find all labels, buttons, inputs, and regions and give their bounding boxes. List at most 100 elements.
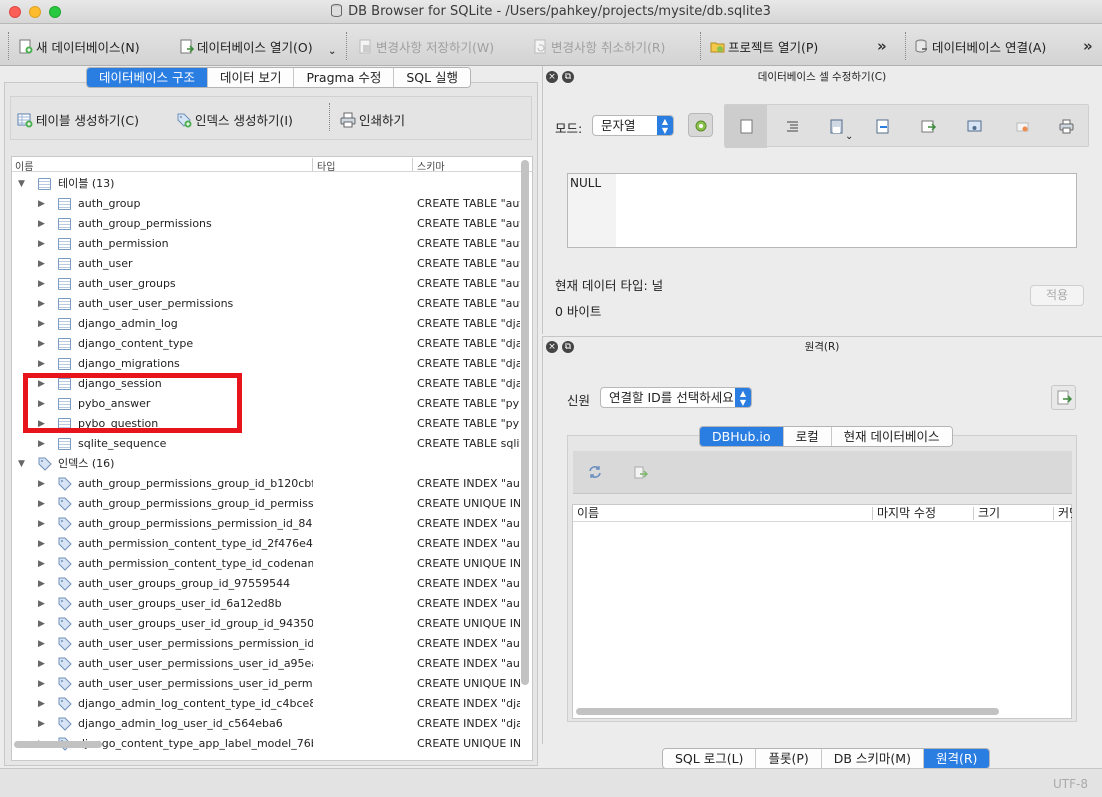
indent-icon[interactable] <box>785 119 800 134</box>
column-header-name[interactable]: 이름 <box>577 505 599 522</box>
write-changes-button[interactable]: 변경사항 저장하기(W) <box>358 37 494 55</box>
expand-arrow-icon[interactable]: ▶ <box>38 474 45 494</box>
revert-changes-button[interactable]: 변경사항 취소하기(R) <box>533 37 665 55</box>
expand-arrow-icon[interactable]: ▶ <box>38 434 45 454</box>
tree-item-row[interactable]: ▶ auth_group CREATE TABLE "auth_group" <box>12 194 522 214</box>
toolbar-overflow-icon-2[interactable]: » <box>1083 37 1093 55</box>
tab-execute-sql[interactable]: SQL 실행 <box>394 68 471 87</box>
schema-tree[interactable]: 이름 타입 스키마 ▼ 테이블 (13) ▶ auth_group CREATE TAB… <box>11 156 533 761</box>
expand-arrow-icon[interactable]: ▶ <box>38 494 45 514</box>
tree-item-row[interactable]: ▶ auth_group_permissions_group_id_permiss… <box>12 494 522 514</box>
tree-item-row[interactable]: ▶ auth_user_groups_group_id_97559544 CREAT… <box>12 574 522 594</box>
tree-item-row[interactable]: ▶ auth_group_permissions_group_id_b120cbf… <box>12 474 522 494</box>
expand-arrow-icon[interactable]: ▶ <box>38 294 45 314</box>
expand-arrow-icon[interactable]: ▶ <box>38 194 45 214</box>
tree-vertical-scrollbar[interactable] <box>521 160 529 685</box>
tree-horizontal-scrollbar[interactable] <box>14 741 102 748</box>
expand-arrow-icon[interactable]: ▶ <box>38 214 45 234</box>
tab-db-schema[interactable]: DB 스키마(M) <box>821 749 924 768</box>
expand-arrow-icon[interactable]: ▶ <box>38 634 45 654</box>
column-header-type[interactable]: 타입 <box>317 158 335 173</box>
expand-arrow-icon[interactable]: ▶ <box>38 614 45 634</box>
expand-arrow-icon[interactable]: ▶ <box>38 714 45 734</box>
print-cell-icon[interactable] <box>1059 119 1074 134</box>
open-external-icon[interactable] <box>967 119 982 134</box>
expand-arrow-icon[interactable]: ▶ <box>38 594 45 614</box>
expand-arrow-icon[interactable]: ▶ <box>38 574 45 594</box>
expand-arrow-icon[interactable]: ▶ <box>38 694 45 714</box>
tree-item-row[interactable]: ▶ auth_user_user_permissions_user_id_perm… <box>12 674 522 694</box>
column-header-last-modified[interactable]: 마지막 수정 <box>877 505 936 522</box>
tab-plot[interactable]: 플롯(P) <box>756 749 822 768</box>
tree-category-row[interactable]: ▼ 테이블 (13) <box>12 174 522 194</box>
dock-close-icon[interactable]: × <box>546 71 558 83</box>
tab-edit-pragmas[interactable]: Pragma 수정 <box>294 68 395 87</box>
dock-float-icon[interactable]: ⧉ <box>562 341 574 353</box>
refresh-icon[interactable] <box>587 464 603 480</box>
new-database-button[interactable]: 새 데이터베이스(N) <box>18 37 140 55</box>
expand-arrow-icon[interactable]: ▶ <box>38 314 45 334</box>
open-project-button[interactable]: 프로젝트 열기(P) <box>710 37 818 55</box>
tree-item-row[interactable]: ▶ auth_user_groups_user_id_6a12ed8b CREATE… <box>12 594 522 614</box>
tab-database-structure[interactable]: 데이터베이스 구조 <box>87 68 208 87</box>
tree-item-row[interactable]: ▶ auth_group_permissions CREATE TABLE "aut… <box>12 214 522 234</box>
tree-item-row[interactable]: ▶ auth_group_permissions_permission_id_84… <box>12 514 522 534</box>
tree-item-row[interactable]: ▶ auth_permission_content_type_id_2f476e4… <box>12 534 522 554</box>
tab-current-database[interactable]: 현재 데이터베이스 <box>831 427 952 446</box>
expand-arrow-icon[interactable]: ▶ <box>38 234 45 254</box>
tree-item-row[interactable]: ▶ auth_user CREATE TABLE "auth_user" <box>12 254 522 274</box>
tree-item-row[interactable]: ▶ auth_permission CREATE TABLE "auth_permi… <box>12 234 522 254</box>
export-icon[interactable] <box>875 119 890 134</box>
expand-arrow-icon[interactable]: ▶ <box>38 554 45 574</box>
dock-close-icon[interactable]: × <box>546 341 558 353</box>
open-database-dropdown-icon[interactable]: ⌄ <box>328 46 336 57</box>
import-identity-button[interactable] <box>1051 385 1076 410</box>
column-header-commit[interactable]: 커밋 <box>1058 505 1072 522</box>
tab-local[interactable]: 로컬 <box>783 427 832 446</box>
expand-arrow-icon[interactable]: ▶ <box>38 334 45 354</box>
tree-item-row[interactable]: ▶ django_migrations CREATE TABLE "django_m… <box>12 354 522 374</box>
tree-item-row[interactable]: ▶ auth_user_user_permissions_user_id_a95e… <box>12 654 522 674</box>
expand-arrow-icon[interactable]: ▼ <box>18 174 25 194</box>
mode-select[interactable]: 문자열 ▲ ▼ <box>592 115 674 136</box>
tree-item-row[interactable]: ▶ django_content_type CREATE TABLE "django… <box>12 334 522 354</box>
expand-arrow-icon[interactable]: ▶ <box>38 654 45 674</box>
tree-item-row[interactable]: ▶ auth_user_user_permissions_permission_i… <box>12 634 522 654</box>
document-icon[interactable] <box>739 119 754 134</box>
expand-arrow-icon[interactable]: ▶ <box>38 354 45 374</box>
tree-item-row[interactable]: ▶ sqlite_sequence CREATE TABLE sqlite_sequ… <box>12 434 522 454</box>
tab-dbhub[interactable]: DBHub.io <box>700 427 784 446</box>
expand-arrow-icon[interactable]: ▶ <box>38 514 45 534</box>
remote-file-list[interactable]: 이름 마지막 수정 크기 커밋 <box>572 504 1072 719</box>
auto-switch-mode-button[interactable] <box>688 113 713 137</box>
expand-arrow-icon[interactable]: ▶ <box>38 254 45 274</box>
create-index-button[interactable]: 인덱스 생성하기(I) <box>176 110 293 129</box>
expand-arrow-icon[interactable]: ▶ <box>38 534 45 554</box>
tree-item-row[interactable]: ▶ django_admin_log CREATE TABLE "django_ad… <box>12 314 522 334</box>
open-database-button[interactable]: 데이터베이스 열기(O) <box>179 37 313 55</box>
identity-select[interactable]: 연결할 ID를 선택하세요 ▲ ▼ <box>600 387 752 408</box>
dock-float-icon[interactable]: ⧉ <box>562 71 574 83</box>
expand-arrow-icon[interactable]: ▼ <box>18 454 25 474</box>
apply-button[interactable]: 적용 <box>1030 285 1084 306</box>
column-header-name[interactable]: 이름 <box>15 158 33 173</box>
tab-browse-data[interactable]: 데이터 보기 <box>207 68 295 87</box>
import-dropdown-icon[interactable]: ⌄ <box>845 131 853 142</box>
toolbar-overflow-icon[interactable]: » <box>877 37 887 55</box>
import-icon[interactable] <box>829 119 844 134</box>
tab-sql-log[interactable]: SQL 로그(L) <box>663 749 757 768</box>
tree-item-row[interactable]: ▶ auth_user_user_permissions CREATE TABLE … <box>12 294 522 314</box>
clone-icon[interactable] <box>634 466 648 480</box>
tree-item-row[interactable]: ▶ django_admin_log_content_type_id_c4bce8… <box>12 694 522 714</box>
create-table-button[interactable]: 테이블 생성하기(C) <box>17 110 139 129</box>
expand-arrow-icon[interactable]: ▶ <box>38 674 45 694</box>
attach-database-button[interactable]: 데이터베이스 연결(A) <box>914 37 1046 55</box>
tree-category-row[interactable]: ▼ 인덱스 (16) <box>12 454 522 474</box>
tree-item-row[interactable]: ▶ auth_user_groups CREATE TABLE "auth_user… <box>12 274 522 294</box>
column-header-size[interactable]: 크기 <box>978 505 1000 522</box>
tab-remote[interactable]: 원격(R) <box>923 749 990 768</box>
tree-item-row[interactable]: ▶ auth_permission_content_type_id_codenam… <box>12 554 522 574</box>
cell-value-editor[interactable]: NULL <box>567 173 1077 248</box>
tree-item-row[interactable]: ▶ django_admin_log_user_id_c564eba6 CREATE… <box>12 714 522 734</box>
set-null-icon[interactable] <box>921 119 936 134</box>
